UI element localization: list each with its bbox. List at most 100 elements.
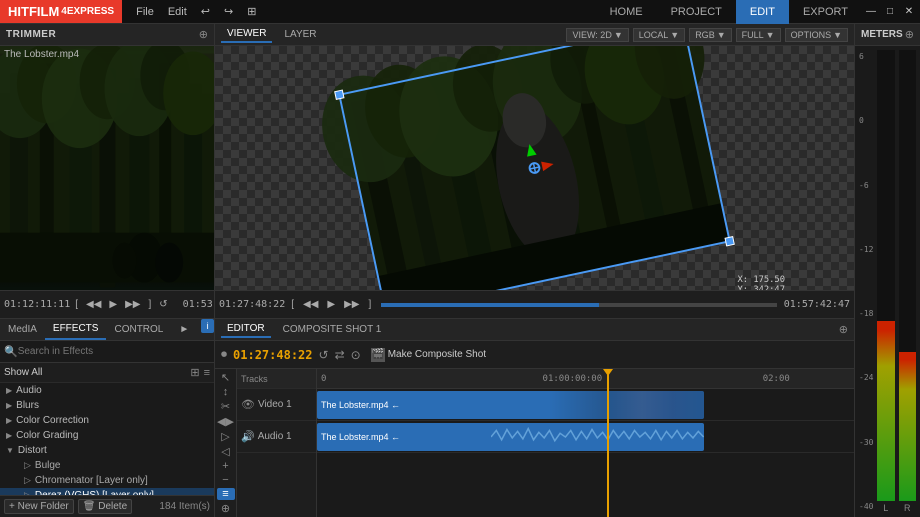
video-clip[interactable]: The Lobster.mp4 ←: [317, 391, 704, 419]
video-track-row: The Lobster.mp4 ←: [317, 389, 854, 421]
viewer-step-back[interactable]: ◀◀: [300, 297, 321, 312]
snap-btn[interactable]: ⊙: [351, 348, 361, 362]
tab-export[interactable]: EXPORT: [789, 0, 862, 24]
editor-header: EDITOR COMPOSITE SHOT 1 ⊕: [215, 319, 854, 341]
view-mode-btn[interactable]: VIEW: 2D ▼: [566, 28, 628, 42]
new-folder-button[interactable]: + New Folder: [4, 499, 74, 514]
trim-step-back[interactable]: ◀◀: [83, 297, 104, 312]
delete-button[interactable]: 🗑 Delete: [78, 499, 132, 514]
viewer-mark-in[interactable]: [: [288, 297, 297, 312]
tab-effects[interactable]: EFFECTS: [45, 319, 107, 340]
trimmer-controls: 01:12:11:11 [ ◀◀ ▶ ▶▶ ] ↺ 01:53:45:09 (4…: [0, 290, 214, 318]
loop-btn[interactable]: ↺: [319, 348, 329, 362]
category-audio[interactable]: ▶ Audio: [0, 383, 214, 398]
transport-record[interactable]: ⏺: [221, 347, 227, 362]
tool-slip[interactable]: ◀▶: [217, 415, 235, 428]
tool-snip-right[interactable]: ▷: [217, 430, 235, 443]
viewer-mark-out[interactable]: ]: [366, 297, 375, 312]
full-btn[interactable]: FULL ▼: [736, 28, 781, 42]
search-icon: 🔍: [4, 345, 18, 358]
meter-scale: 6 0 -6 -12 -18 -24 -30 -40: [859, 50, 873, 513]
effect-bulge[interactable]: ▷ Bulge: [0, 458, 214, 473]
top-navigation: HITFILM4EXPRESS File Edit ↩ ↪ ⊞ HOME PRO…: [0, 0, 920, 24]
tab-layer[interactable]: LAYER: [278, 27, 322, 42]
category-blurs[interactable]: ▶ Blurs: [0, 398, 214, 413]
tab-composite-shot[interactable]: COMPOSITE SHOT 1: [277, 322, 388, 337]
category-color-correction[interactable]: ▶ Color Correction: [0, 413, 214, 428]
tool-active[interactable]: ≡: [217, 488, 235, 500]
tab-controls[interactable]: CONTROL: [106, 319, 171, 340]
effects-filter-icon[interactable]: ≡: [204, 367, 210, 379]
viewer-play[interactable]: ▶: [324, 297, 338, 312]
menu-edit-text[interactable]: Edit: [162, 4, 193, 20]
local-chevron: ▼: [670, 30, 679, 40]
audio-track-row: The Lobster.mp4 ←: [317, 421, 854, 453]
viewer-step-fwd[interactable]: ▶▶: [341, 297, 362, 312]
sync-btn[interactable]: ⇄: [335, 348, 345, 362]
effect-chromenator[interactable]: ▷ Chromenator [Layer only]: [0, 473, 214, 488]
redo-button[interactable]: ↪: [218, 3, 239, 20]
meter-l-fill: [877, 321, 895, 501]
ruler-mark-2hour: 02:00: [763, 374, 790, 384]
editor-options-icon[interactable]: ⊕: [839, 323, 848, 336]
tool-move[interactable]: ↕: [217, 386, 235, 398]
effects-tabs: MedIA EFFECTS CONTROL ► i: [0, 319, 214, 341]
search-input[interactable]: [18, 346, 210, 357]
caret-audio: ▶: [6, 386, 12, 395]
trim-play[interactable]: ▶: [106, 297, 120, 312]
minimize-button[interactable]: —: [862, 3, 880, 21]
timeline-content: 0 01:00:00:00 02:00 The Lobster.mp4 ←: [317, 369, 854, 517]
app-name-film: FILM: [29, 4, 59, 19]
effect-derez[interactable]: ▷ Derez (VGHS) [Layer only]: [0, 488, 214, 495]
tab-editor[interactable]: EDITOR: [221, 321, 271, 338]
meter-l-container: L: [877, 50, 895, 513]
effects-bottom-toolbar: + New Folder 🗑 Delete 184 Item(s): [0, 495, 214, 517]
tab-home[interactable]: HOME: [596, 0, 657, 24]
local-btn[interactable]: LOCAL ▼: [633, 28, 685, 42]
grid-button[interactable]: ⊞: [241, 3, 262, 20]
tool-cut[interactable]: ✂: [217, 400, 235, 413]
undo-button[interactable]: ↩: [195, 3, 216, 20]
tool-link[interactable]: ⊕: [217, 502, 235, 515]
view-mode-chevron: ▼: [614, 30, 623, 40]
close-button[interactable]: ✕: [900, 3, 918, 21]
menu-file[interactable]: File: [130, 4, 160, 20]
playhead[interactable]: [607, 369, 609, 517]
maximize-button[interactable]: □: [881, 3, 899, 21]
meters-options-icon[interactable]: ⊕: [905, 28, 914, 41]
effects-panel-icon[interactable]: i: [201, 319, 214, 333]
audio-clip[interactable]: The Lobster.mp4 ←: [317, 423, 704, 451]
scale-neg30: -30: [859, 438, 873, 447]
category-color-grading[interactable]: ▶ Color Grading: [0, 428, 214, 443]
tab-project[interactable]: PROJECT: [657, 0, 736, 24]
category-distort[interactable]: ▼ Distort: [0, 443, 214, 458]
tool-zoom-out[interactable]: −: [217, 474, 235, 486]
tool-select[interactable]: ↖: [217, 371, 235, 384]
editor-toolbar: ⏺ 01:27:48:22 ↺ ⇄ ⊙ 🎬 Make Composite Sho…: [215, 341, 854, 369]
options-btn[interactable]: OPTIONS ▼: [785, 28, 848, 42]
trimmer-options-icon[interactable]: ⊕: [199, 28, 208, 41]
effects-sort-icon[interactable]: ⊞: [190, 366, 199, 379]
full-chevron: ▼: [766, 30, 775, 40]
make-composite-button[interactable]: 🎬 Make Composite Shot: [371, 348, 486, 362]
video-visibility-icon[interactable]: 👁: [241, 398, 255, 411]
trim-step-fwd[interactable]: ▶▶: [122, 297, 143, 312]
trim-mark-in[interactable]: [: [72, 297, 81, 312]
trim-mark-out[interactable]: ]: [146, 297, 155, 312]
tab-media[interactable]: MedIA: [0, 319, 45, 340]
tool-snip-left[interactable]: ◁: [217, 445, 235, 458]
viewer-progress-bar[interactable]: [381, 303, 776, 307]
composite-icon: 🎬: [371, 348, 385, 362]
viewer-timecode-right: 01:57:42:47: [784, 299, 850, 310]
trim-loop[interactable]: ↺: [156, 297, 170, 312]
tab-more[interactable]: ►: [171, 319, 197, 340]
track-headers: Tracks 👁 Video 1 🔊 Audio 1: [237, 369, 317, 517]
tab-viewer[interactable]: VIEWER: [221, 26, 272, 43]
timeline-area: ↖ ↕ ✂ ◀▶ ▷ ◁ + − ≡ ⊕ ⊖ Tracks: [215, 369, 854, 517]
tool-zoom-in[interactable]: +: [217, 460, 235, 472]
tab-edit[interactable]: EDIT: [736, 0, 789, 24]
rgb-btn[interactable]: RGB ▼: [689, 28, 731, 42]
caret-distort: ▼: [6, 446, 14, 455]
audio-mute-icon[interactable]: 🔊: [241, 430, 255, 443]
audio-clip-label: The Lobster.mp4 ←: [321, 432, 400, 442]
